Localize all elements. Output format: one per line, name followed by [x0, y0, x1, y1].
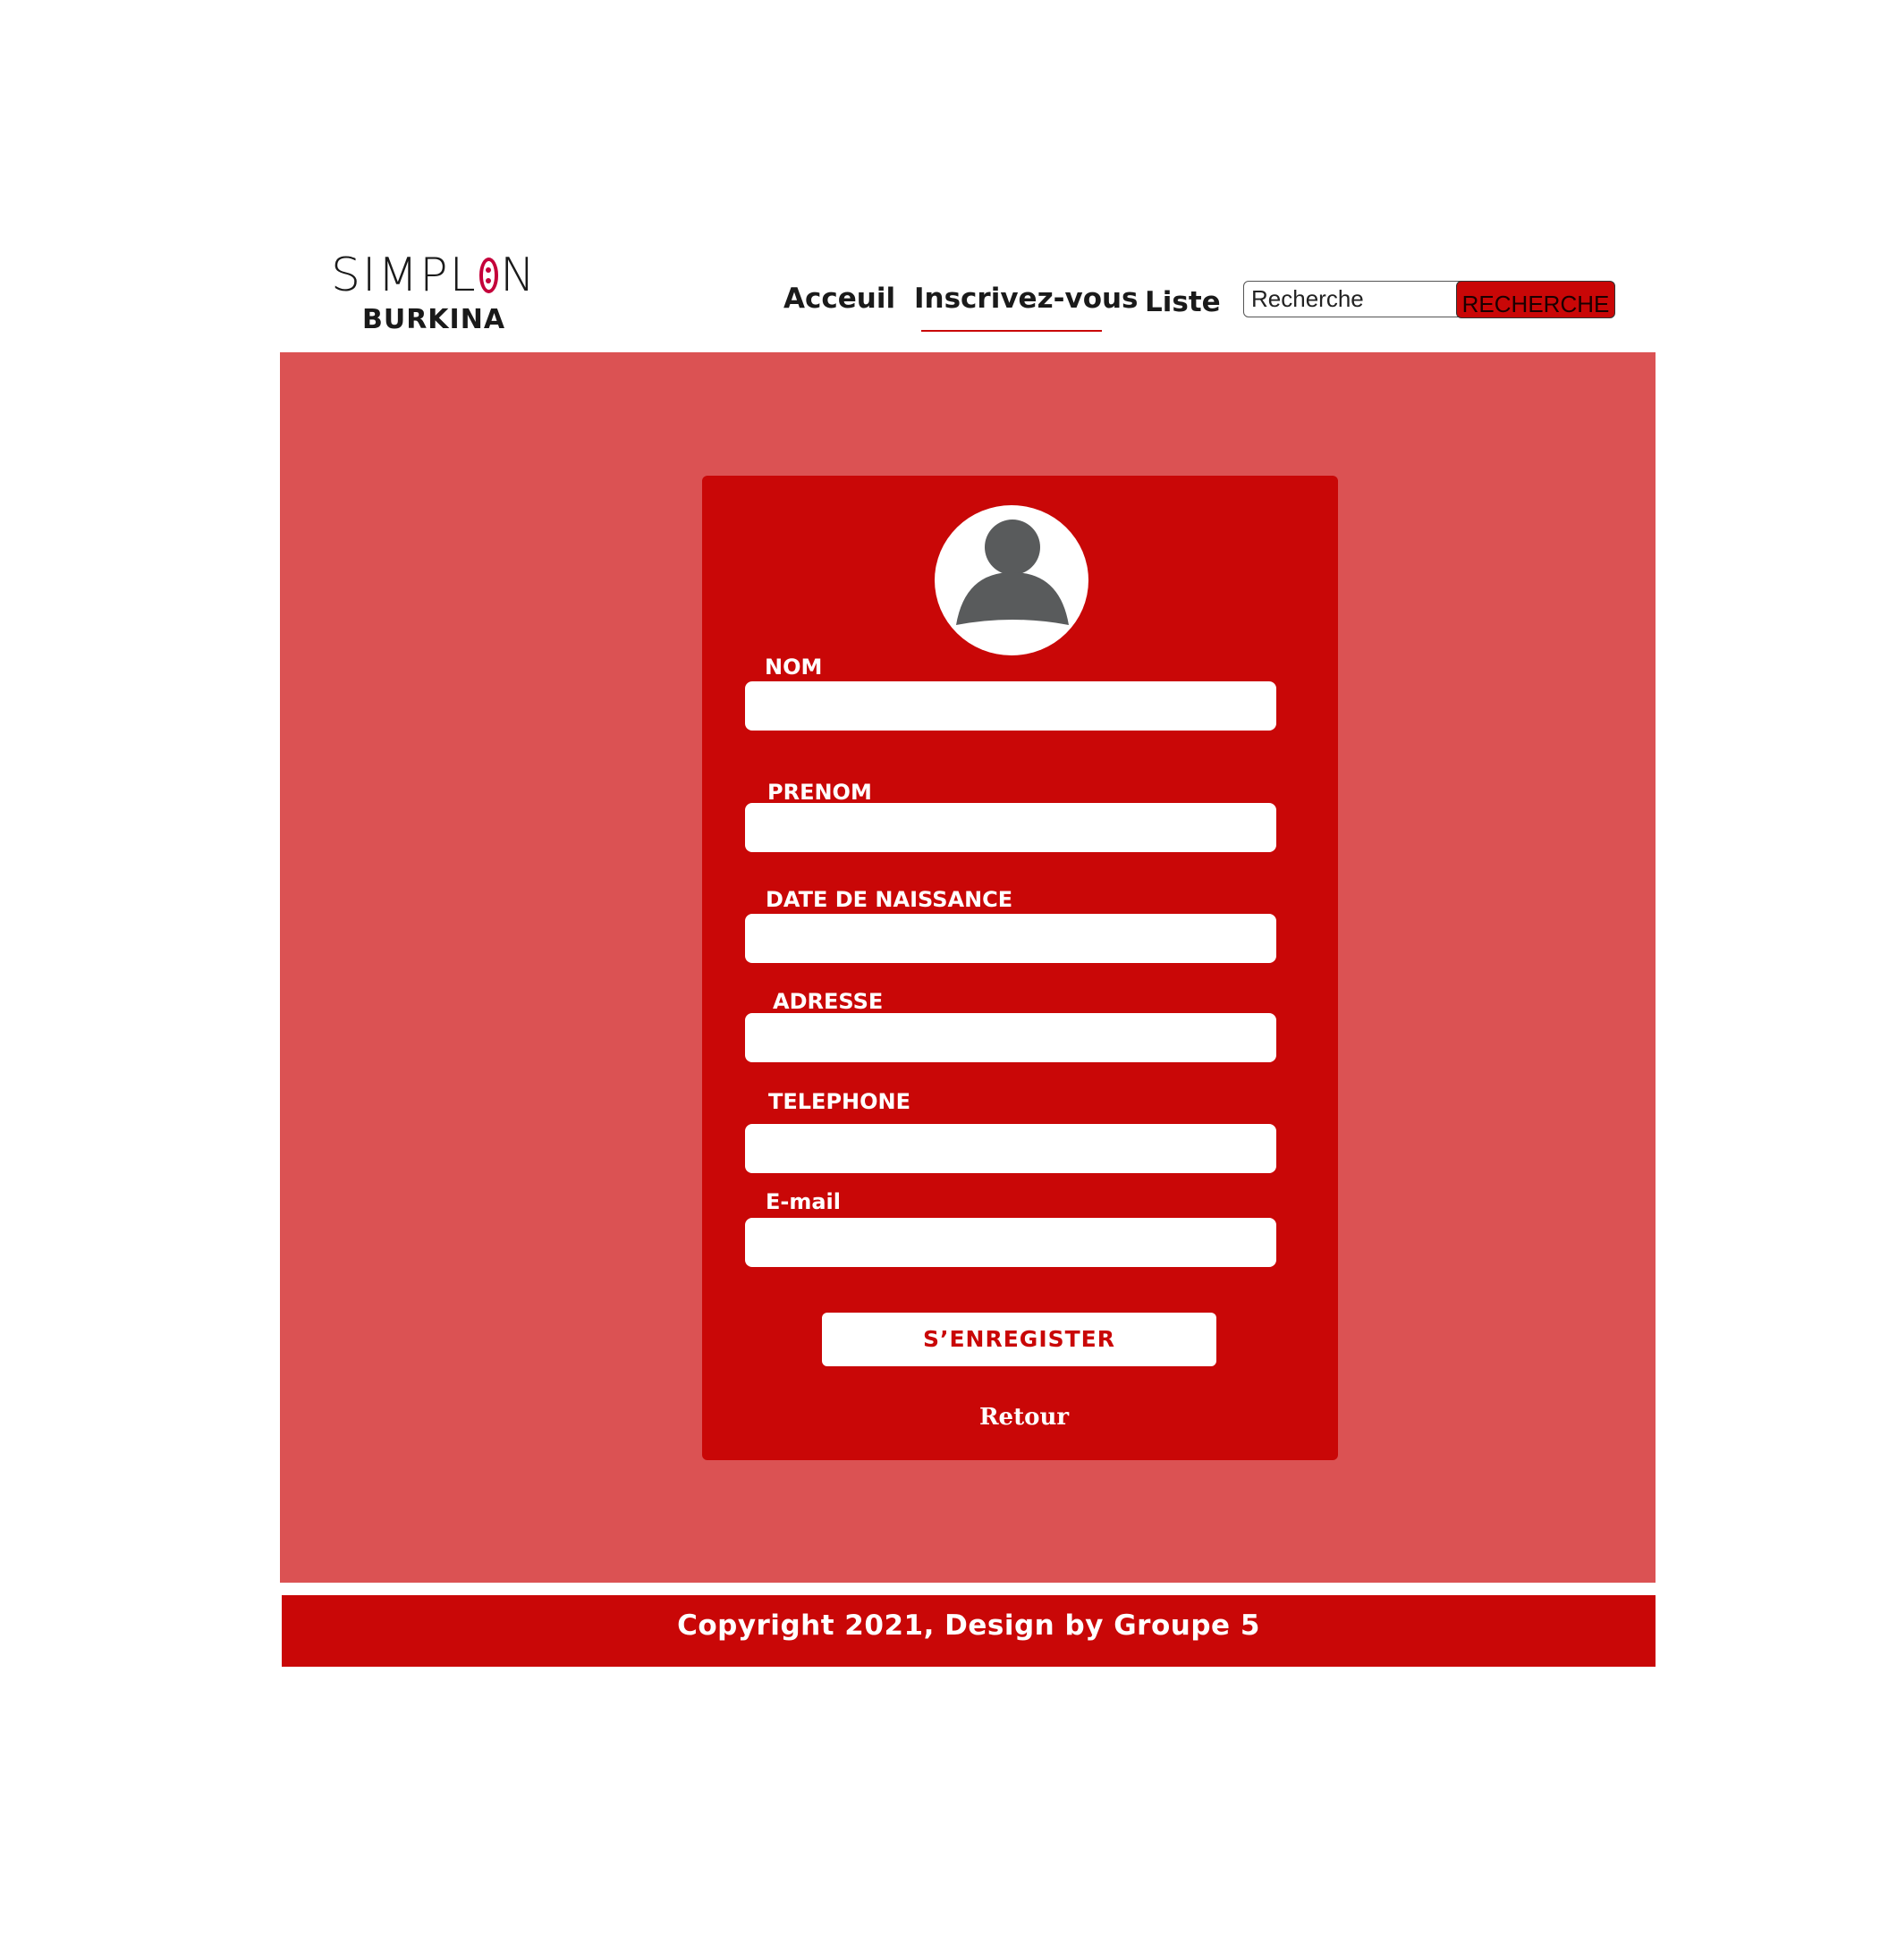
nav-link-acceuil[interactable]: Acceuil: [783, 283, 895, 315]
email-input[interactable]: [745, 1218, 1276, 1267]
nav-link-inscrivez-vous[interactable]: Inscrivez-vous: [914, 283, 1139, 315]
field-label-adresse: ADRESSE: [773, 989, 884, 1014]
back-link[interactable]: Retour: [894, 1404, 1154, 1431]
user-avatar-icon: [935, 505, 1088, 655]
telephone-input[interactable]: [745, 1124, 1276, 1173]
active-nav-underline: [921, 330, 1102, 332]
logo-o-icon: [478, 258, 499, 293]
prenom-input[interactable]: [745, 803, 1276, 852]
field-label-prenom: PRENOM: [767, 780, 872, 805]
field-label-date-de-naissance: DATE DE NAISSANCE: [766, 887, 1013, 912]
brand-logo[interactable]: SIMPL N BURKINA: [331, 250, 537, 335]
register-button[interactable]: S’ENREGISTER: [822, 1313, 1216, 1366]
adresse-input[interactable]: [745, 1013, 1276, 1062]
logo-text-prefix: SIMPL: [331, 249, 478, 302]
field-label-telephone: TELEPHONE: [768, 1089, 911, 1114]
logo-subtitle: BURKINA: [361, 304, 506, 335]
field-label-nom: NOM: [765, 655, 823, 680]
logo-wordmark: SIMPL N: [331, 250, 537, 300]
field-label-email: E-mail: [766, 1189, 842, 1214]
nav-link-liste[interactable]: Liste: [1145, 286, 1221, 318]
logo-text-suffix: N: [500, 249, 537, 302]
date-de-naissance-input[interactable]: [745, 914, 1276, 963]
nom-input[interactable]: [745, 681, 1276, 731]
footer-copyright: Copyright 2021, Design by Groupe 5: [677, 1609, 1260, 1642]
footer: Copyright 2021, Design by Groupe 5: [282, 1595, 1656, 1667]
search-button[interactable]: RECHERCHE: [1456, 281, 1615, 318]
search-input[interactable]: [1243, 281, 1469, 317]
